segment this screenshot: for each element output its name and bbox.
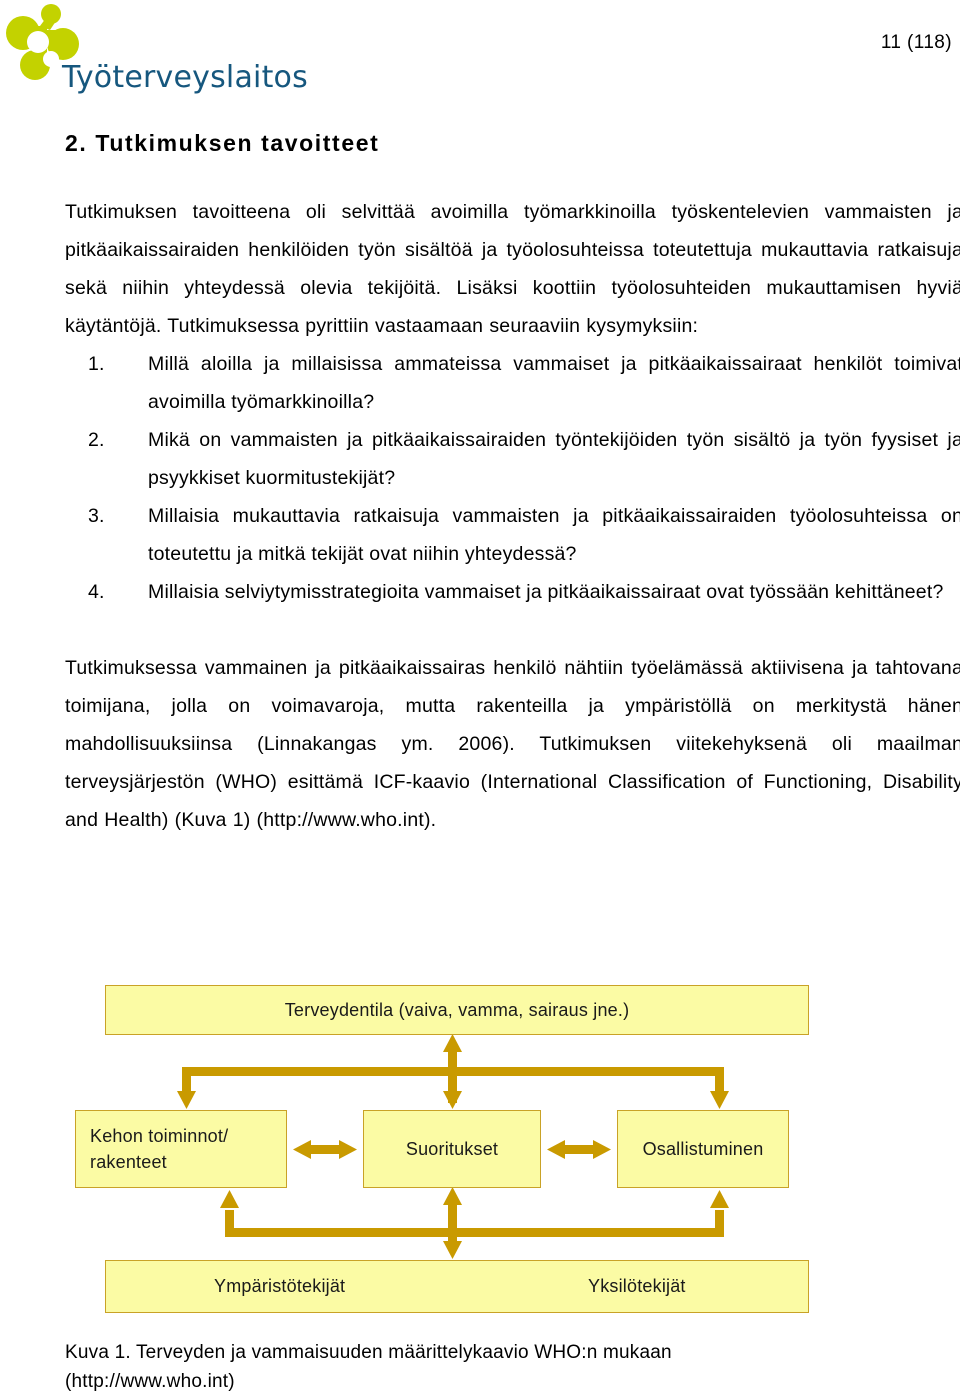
icf-diagram: Terveydentila (vaiva, vamma, sairaus jne… [65, 985, 895, 1315]
intro-paragraph: Tutkimuksen tavoitteena oli selvittää av… [65, 201, 960, 337]
list-item: 4. Millaisia selviytymisstrategioita vam… [65, 573, 960, 611]
list-item-label: Mikä on vammaisten ja pitkäaikaissairaid… [148, 429, 960, 489]
diagram-box-label: Kehon toiminnot/ rakenteet [90, 1123, 228, 1175]
diagram-box-health-condition: Terveydentila (vaiva, vamma, sairaus jne… [105, 985, 809, 1035]
diagram-box-label: Suoritukset [405, 1138, 499, 1159]
document-content: 2. Tutkimuksen tavoitteet Tutkimuksen ta… [65, 130, 960, 839]
list-item: 2. Mikä on vammaisten ja pitkäaikaissair… [65, 421, 960, 497]
diagram-box-label-environmental: Ympäristötekijät [214, 1276, 346, 1296]
diagram-box-participation: Osallistuminen [617, 1110, 789, 1188]
diagram-box-label-individual: Yksilötekijät [588, 1276, 686, 1296]
diagram-box-label-line1: Kehon toiminnot/ [90, 1126, 229, 1146]
list-item-number: 3. [88, 505, 105, 527]
list-item-number: 1. [88, 353, 105, 375]
diagram-box-label: Terveydentila (vaiva, vamma, sairaus jne… [284, 999, 630, 1020]
list-item: 1. Millä aloilla ja millaisissa ammateis… [65, 345, 960, 421]
list-item-number: 4. [88, 581, 105, 603]
diagram-box-label: Osallistuminen [642, 1138, 764, 1159]
list-item-label: Millaisia selviytymisstrategioita vammai… [148, 581, 944, 603]
page-title: 2. Tutkimuksen tavoitteet [65, 130, 380, 156]
framework-paragraph: Tutkimuksessa vammainen ja pitkäaikaissa… [65, 657, 960, 831]
research-questions-list: 1. Millä aloilla ja millaisissa ammateis… [65, 345, 960, 611]
figure-caption: Kuva 1. Terveyden ja vammaisuuden määrit… [65, 1338, 925, 1396]
list-item: 3. Millaisia mukauttavia ratkaisuja vamm… [65, 497, 960, 573]
diagram-box-activities: Suoritukset [363, 1110, 541, 1188]
list-item-label: Millä aloilla ja millaisissa ammateissa … [148, 353, 960, 413]
diagram-box-contextual-factors: Ympäristötekijät Yksilötekijät [105, 1260, 809, 1313]
list-item-number: 2. [88, 429, 105, 451]
figure-caption-line2: (http://www.who.int) [65, 1371, 235, 1392]
page-header: Työterveyslaitos 11 (118) [0, 0, 960, 120]
diagram-box-label-line2: rakenteet [90, 1152, 167, 1172]
organization-logo-wordmark: Työterveyslaitos [62, 60, 308, 95]
page-number: 11 (118) [880, 32, 952, 53]
figure-caption-line1: Kuva 1. Terveyden ja vammaisuuden määrit… [65, 1342, 672, 1363]
diagram-box-body-functions: Kehon toiminnot/ rakenteet [75, 1110, 287, 1188]
list-item-label: Millaisia mukauttavia ratkaisuja vammais… [148, 505, 960, 565]
